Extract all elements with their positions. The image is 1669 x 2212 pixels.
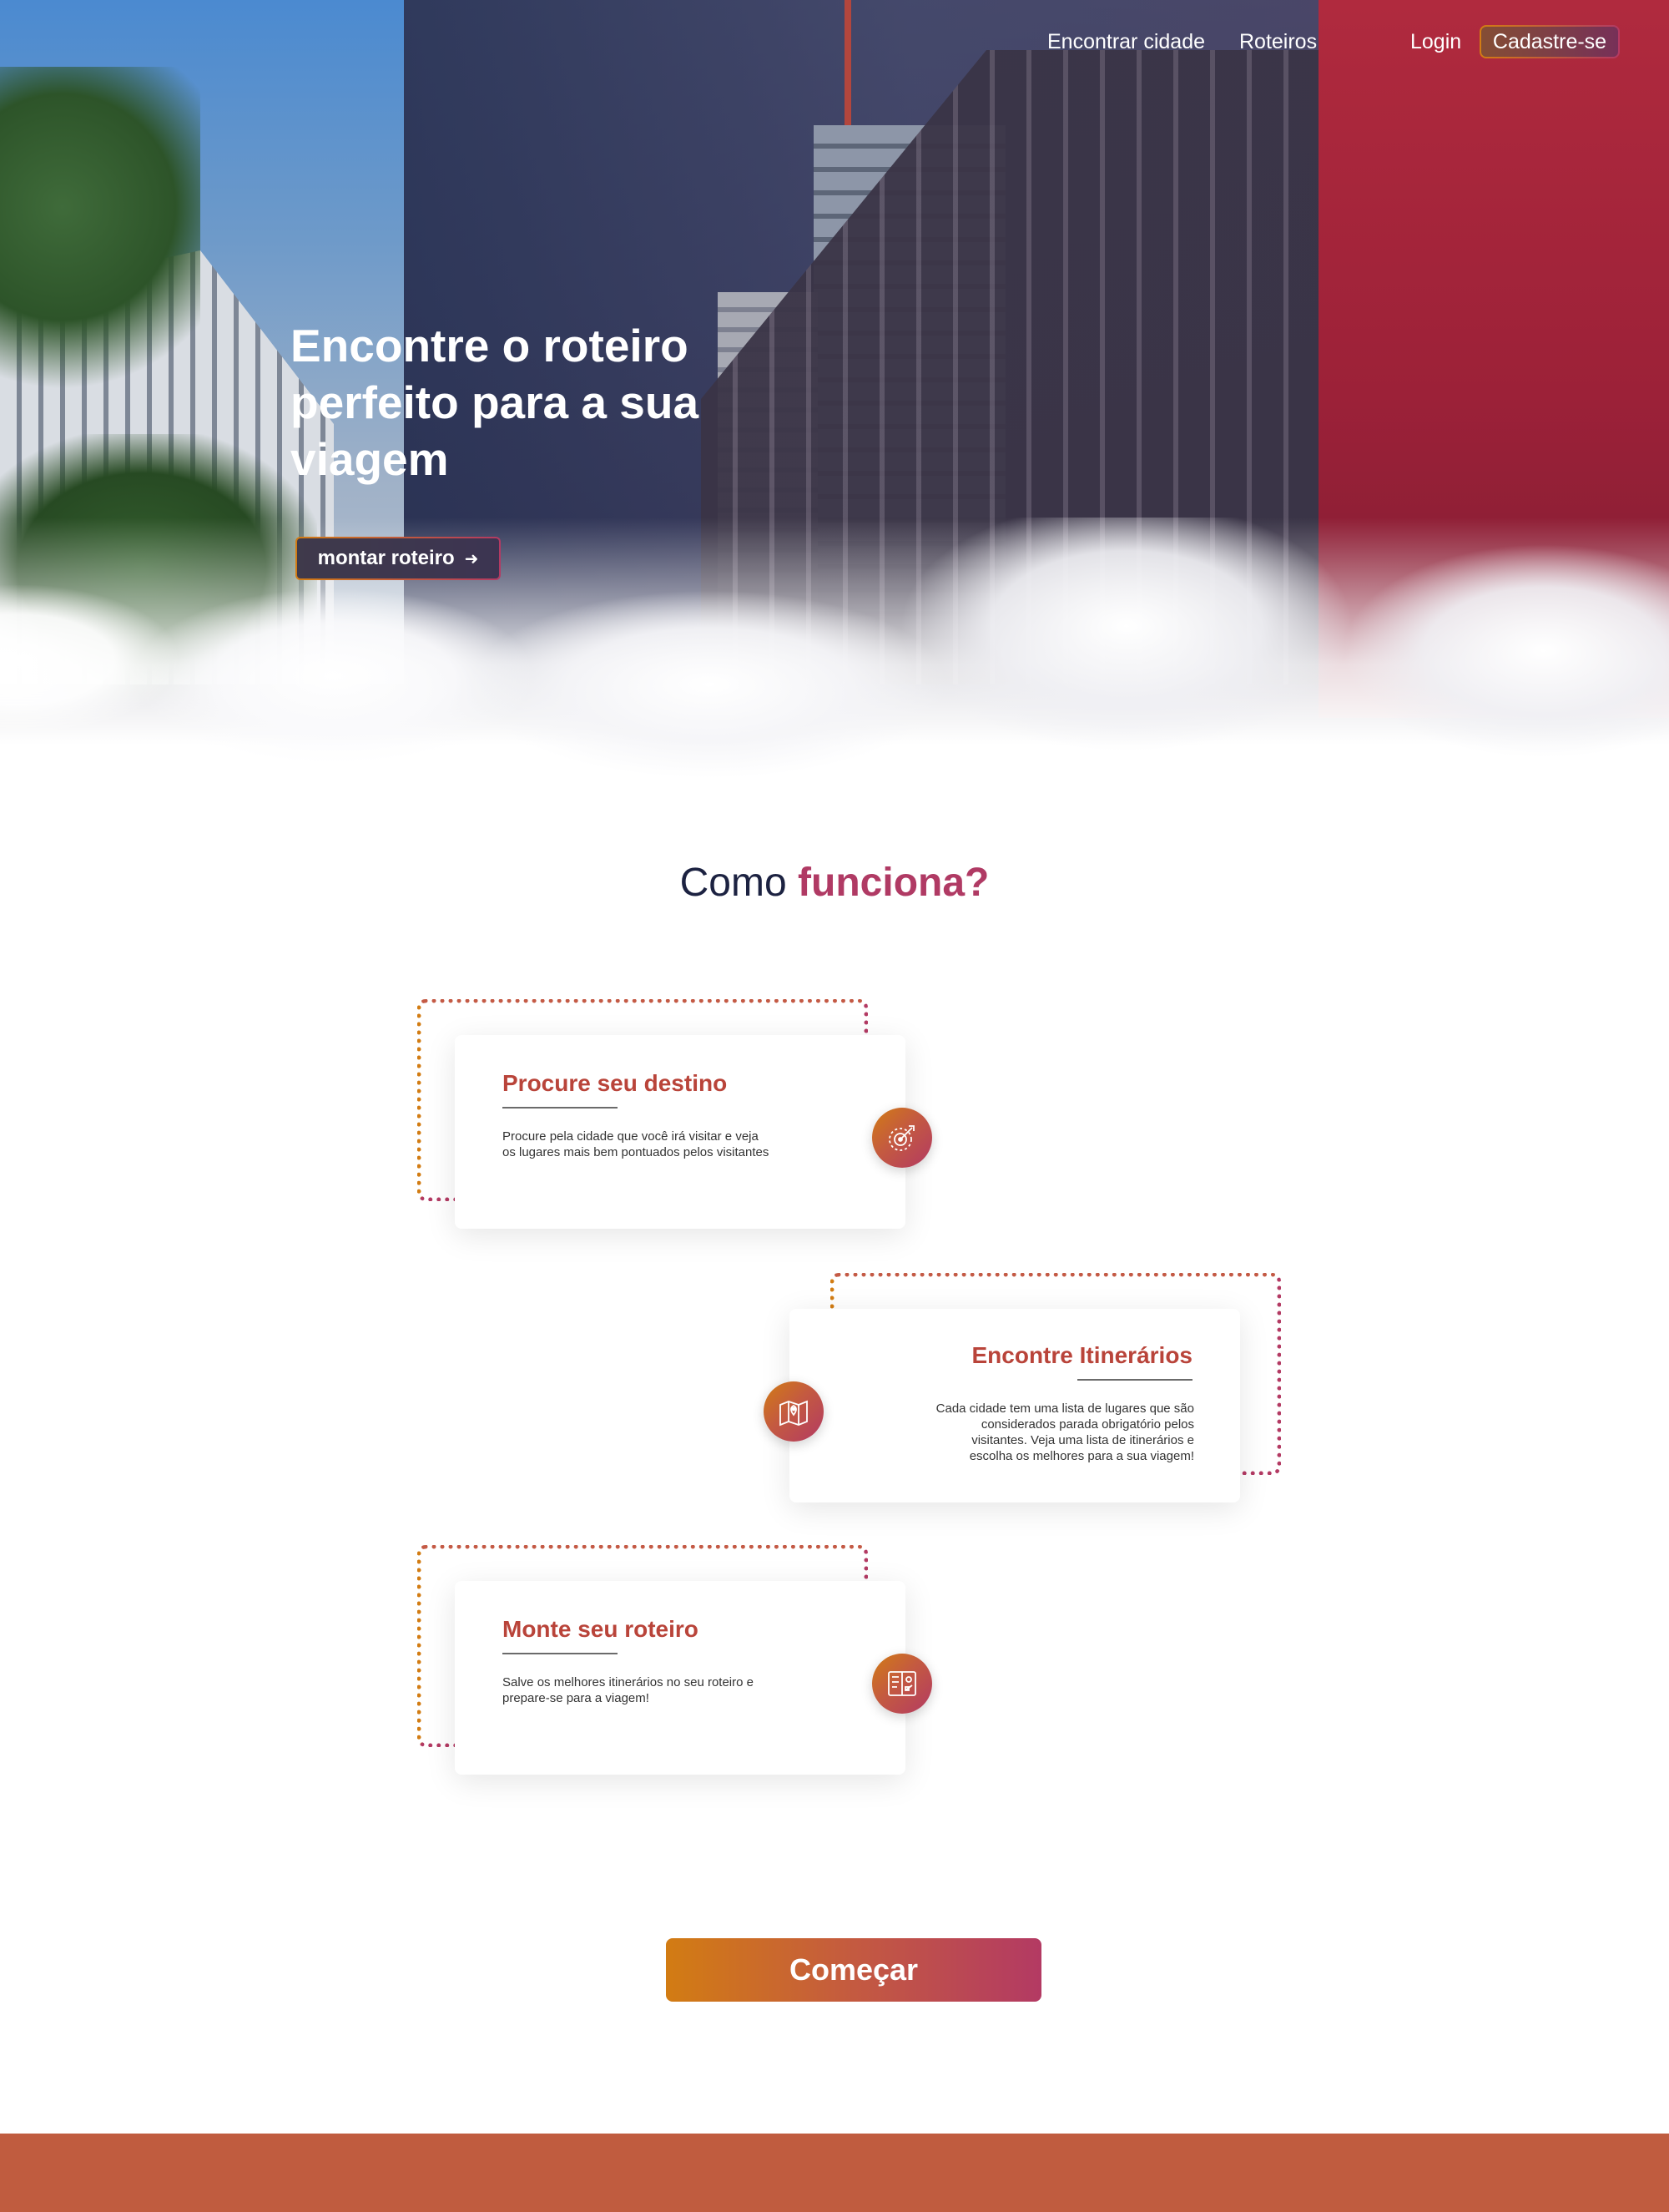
step-3-text: Salve os melhores itinerários no seu rot… [502,1675,754,1705]
nav-itineraries-link[interactable]: Roteiros [1239,25,1317,58]
nav-login-link[interactable]: Login [1410,25,1461,58]
map-pin-icon [764,1381,824,1442]
nav-find-city-link[interactable]: Encontrar cidade [1047,25,1205,58]
signup-button[interactable]: Cadastre-se [1480,25,1620,58]
step-card-1: Procure seu destino Procure pela cidade … [455,1035,905,1229]
footer-bar [0,2134,1669,2212]
step-card-3: Monte seu roteiro Salve os melhores itin… [455,1581,905,1775]
step-2-title: Encontre Itinerários [971,1342,1193,1368]
step-3-divider [502,1653,618,1654]
step-1-divider [502,1107,618,1109]
step-1-title: Procure seu destino [502,1070,728,1096]
step-2-divider [1077,1379,1193,1381]
how-it-works-title-accent: funciona? [798,861,990,905]
start-button[interactable]: Começar [666,1938,1041,2002]
hero-title: Encontre o roteiro perfeito para a sua v… [290,320,699,485]
step-3-title: Monte seu roteiro [502,1616,698,1642]
arrow-right-icon: ➜ [464,549,479,568]
hero-section: Encontrar cidade Roteiros Login Cadastre… [0,0,1669,785]
step-1-text: Procure pela cidade que você irá visitar… [502,1129,769,1159]
hero-clouds [0,518,1669,785]
build-itinerary-button[interactable]: montar roteiro ➜ [295,537,501,580]
step-2-text: Cada cidade tem uma lista de lugares que… [935,1401,1194,1463]
top-navigation: Encontrar cidade Roteiros Login [0,25,1669,75]
build-itinerary-label: montar roteiro [317,547,455,569]
hero-tree [0,67,200,417]
itinerary-map-icon [872,1654,932,1714]
how-it-works-title-plain: Como [679,861,787,905]
step-card-2: Encontre Itinerários Cada cidade tem uma… [789,1309,1240,1502]
how-it-works-title: Como funciona? [0,860,1669,906]
signup-button-label: Cadastre-se [1481,27,1618,57]
compass-target-icon [872,1108,932,1168]
